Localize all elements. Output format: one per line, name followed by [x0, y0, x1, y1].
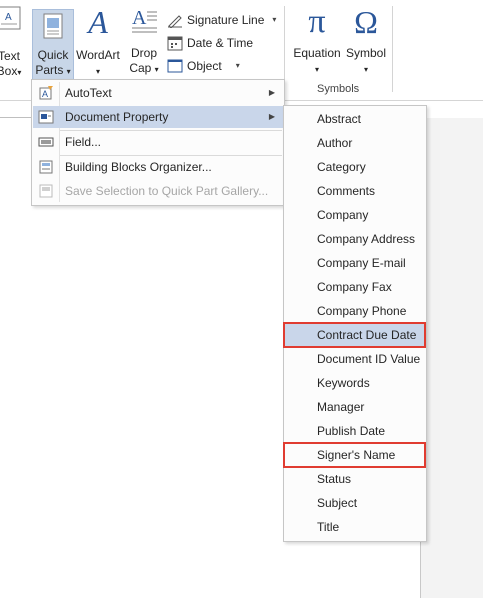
save-selection-icon: [39, 184, 53, 198]
document-property-icon: [38, 110, 54, 124]
property-author[interactable]: Author: [285, 131, 425, 155]
symbols-group-label: Symbols: [317, 83, 360, 95]
property-company-fax[interactable]: Company Fax: [285, 275, 425, 299]
submenu-arrow-icon: ▶: [268, 112, 275, 121]
quick-parts-label-line1: Quick: [37, 48, 69, 62]
wordart-button[interactable]: A WordArt ▾: [74, 4, 122, 79]
chevron-down-icon: ▾: [95, 67, 100, 76]
symbol-label: Symbol: [345, 46, 386, 60]
building-blocks-icon: [39, 160, 53, 174]
wordart-label: WordArt: [76, 48, 120, 62]
menu-item-label: AutoText: [65, 86, 112, 100]
ribbon-separator: [392, 6, 393, 92]
menu-item-label: Save Selection to Quick Part Gallery...: [65, 184, 269, 198]
text-box-icon: A: [0, 6, 21, 30]
signature-line-button[interactable]: Signature Line ▾: [167, 10, 276, 30]
menu-item-autotext[interactable]: A AutoText ▶: [33, 82, 283, 104]
equation-button[interactable]: π Equation ▾: [290, 4, 344, 77]
property-category[interactable]: Category: [285, 155, 425, 179]
property-comments[interactable]: Comments: [285, 179, 425, 203]
equation-label: Equation: [293, 46, 341, 60]
chevron-down-icon: ▾: [272, 15, 277, 24]
wordart-icon: A: [88, 4, 108, 40]
property-title[interactable]: Title: [285, 515, 425, 539]
signature-line-label: Signature Line: [187, 13, 265, 27]
pi-icon: π: [308, 3, 326, 40]
chevron-down-icon: ▾: [314, 65, 319, 74]
text-box-label-line1: Text: [0, 49, 20, 63]
property-company[interactable]: Company: [285, 203, 425, 227]
signature-pen-icon: [168, 15, 182, 28]
quick-parts-icon: [43, 13, 63, 39]
menu-item-save-selection[interactable]: Save Selection to Quick Part Gallery...: [33, 180, 283, 202]
menu-item-document-property[interactable]: Document Property ▶: [33, 106, 283, 128]
symbol-button[interactable]: Ω Symbol ▾: [343, 4, 389, 77]
object-label: Object: [187, 59, 222, 73]
property-keywords[interactable]: Keywords: [285, 371, 425, 395]
chevron-down-icon: ▾: [17, 68, 22, 77]
chevron-down-icon: ▾: [66, 67, 71, 76]
calendar-icon: [167, 36, 183, 51]
document-background: [421, 118, 483, 598]
chevron-down-icon: ▾: [363, 65, 368, 74]
property-document-id-value[interactable]: Document ID Value: [285, 347, 425, 371]
property-company-email[interactable]: Company E-mail: [285, 251, 425, 275]
property-manager[interactable]: Manager: [285, 395, 425, 419]
text-box-label-line2: Box: [0, 64, 18, 78]
date-time-label: Date & Time: [187, 36, 254, 50]
property-status[interactable]: Status: [285, 467, 425, 491]
highlight-box-signers-name: [283, 442, 426, 468]
menu-item-label: Document Property: [65, 110, 169, 124]
menu-item-building-blocks-organizer[interactable]: Building Blocks Organizer...: [33, 156, 283, 178]
menu-item-label: Field...: [65, 135, 102, 149]
quick-parts-button[interactable]: Quick Parts ▾: [32, 9, 74, 81]
property-company-address[interactable]: Company Address: [285, 227, 425, 251]
object-button[interactable]: Object ▾: [167, 56, 240, 76]
omega-icon: Ω: [354, 4, 378, 40]
menu-item-field[interactable]: Field...: [33, 131, 283, 153]
drop-cap-label-line2: Cap: [129, 61, 152, 75]
quick-parts-menu: A AutoText ▶ Document Property ▶ Field..…: [31, 79, 285, 206]
field-icon: [38, 137, 54, 147]
chevron-down-icon: ▾: [235, 61, 240, 70]
autotext-icon: A: [39, 86, 53, 100]
menu-item-label: Building Blocks Organizer...: [65, 160, 212, 174]
object-icon: [167, 59, 183, 73]
drop-cap-icon: A: [132, 7, 157, 33]
highlight-box-contract-due-date: [283, 322, 426, 348]
property-subject[interactable]: Subject: [285, 491, 425, 515]
property-company-phone[interactable]: Company Phone: [285, 299, 425, 323]
svg-text:A: A: [5, 12, 12, 23]
svg-text:A: A: [132, 7, 147, 29]
quick-parts-label-line2: Parts: [35, 63, 64, 77]
svg-text:A: A: [42, 89, 48, 99]
drop-cap-button[interactable]: A Drop Cap ▾: [126, 4, 162, 77]
text-box-button[interactable]: A Text Box▾: [0, 4, 24, 80]
property-publish-date[interactable]: Publish Date: [285, 419, 425, 443]
date-time-button[interactable]: Date & Time: [167, 33, 253, 53]
property-abstract[interactable]: Abstract: [285, 107, 425, 131]
submenu-arrow-icon: ▶: [268, 88, 275, 97]
chevron-down-icon: ▾: [154, 65, 159, 74]
drop-cap-label-line1: Drop: [130, 46, 157, 60]
